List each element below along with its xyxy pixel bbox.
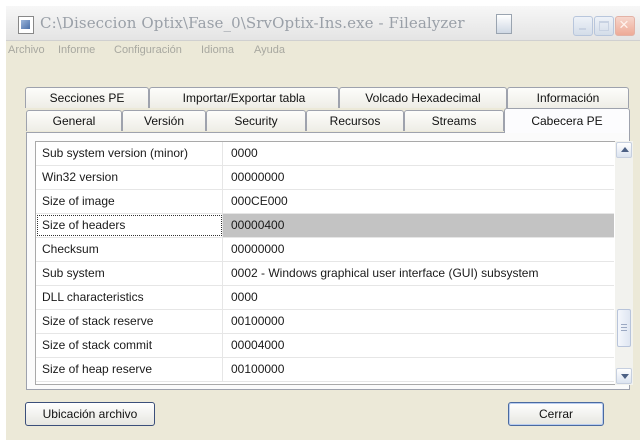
tab-cabecera-pe[interactable]: Cabecera PE [504,108,630,133]
row-value: 0000 [231,290,258,304]
tab-recursos[interactable]: Recursos [306,110,404,131]
menu-informe[interactable]: Informe [58,44,95,56]
row-value: 0000 [231,146,258,160]
title-bar[interactable]: C:\Diseccion Optix\Fase_0\SrvOptix-Ins.e… [6,6,640,41]
scroll-up-icon[interactable] [616,142,632,158]
window-title: C:\Diseccion Optix\Fase_0\SrvOptix-Ins.e… [40,14,465,32]
tab-informacion[interactable]: Información [507,87,629,108]
list-row[interactable]: Size of stack reserve 00100000 [36,310,614,334]
document-icon [496,14,512,34]
row-value: 00000000 [231,242,285,256]
menu-ayuda[interactable]: Ayuda [254,44,285,56]
row-value: 0002 - Windows graphical user interface … [231,266,539,280]
row-key: Sub system [36,262,223,285]
list-row[interactable]: Size of image 000CE000 [36,190,614,214]
tab-general[interactable]: General [26,110,122,131]
tab-secciones-pe[interactable]: Secciones PE [25,87,149,108]
row-value: 000CE000 [231,194,288,208]
list-row[interactable]: Checksum 00000000 [36,238,614,262]
maximize-icon[interactable] [594,16,614,36]
scroll-down-icon[interactable] [616,368,632,384]
list-row[interactable]: Win32 version 00000000 [36,166,614,190]
list-row[interactable]: Sub system version (minor) 0000 [36,142,614,166]
row-key: Size of headers [36,214,223,237]
row-key: Sub system version (minor) [36,142,223,165]
row-value: 00100000 [231,362,285,376]
tab-streams[interactable]: Streams [404,110,504,131]
list-row[interactable]: Sub system 0002 - Windows graphical user… [36,262,614,286]
row-key: Size of heap reserve [36,358,223,381]
close-icon[interactable] [615,15,635,36]
app-icon [18,16,34,34]
list-row[interactable]: Size of stack commit 00004000 [36,334,614,358]
row-key: DLL characteristics [36,286,223,309]
row-key: Size of image [36,190,223,213]
properties-list[interactable]: Sub system version (minor) 0000 Win32 ve… [35,141,617,385]
menu-idioma[interactable]: Idioma [201,44,234,56]
tab-volcado-hexadecimal[interactable]: Volcado Hexadecimal [339,87,507,108]
menu-bar: Archivo Informe Configuración Idioma Ayu… [6,41,640,61]
list-row-selected[interactable]: Size of headers 00000400 [36,214,614,238]
row-value: 00000400 [223,214,614,237]
location-button[interactable]: Ubicación archivo [25,402,155,426]
row-key: Size of stack reserve [36,310,223,333]
tab-security[interactable]: Security [206,110,306,131]
row-key: Size of stack commit [36,334,223,357]
menu-archivo[interactable]: Archivo [8,44,45,56]
row-key: Checksum [36,238,223,261]
minimize-icon[interactable] [573,16,593,36]
row-value: 00100000 [231,314,285,328]
list-row[interactable]: DLL characteristics 0000 [36,286,614,310]
vertical-scrollbar[interactable] [615,141,633,385]
app-window: C:\Diseccion Optix\Fase_0\SrvOptix-Ins.e… [6,6,640,440]
tab-importar-exportar-tabla[interactable]: Importar/Exportar tabla [149,87,339,108]
scroll-thumb[interactable] [617,309,631,347]
list-row[interactable]: Size of heap reserve 00100000 [36,358,614,382]
row-value: 00000000 [231,170,285,184]
row-key: Win32 version [36,166,223,189]
tab-panel: Sub system version (minor) 0000 Win32 ve… [26,132,633,390]
row-value: 00004000 [231,338,285,352]
close-button[interactable]: Cerrar [508,402,604,426]
menu-configuracion[interactable]: Configuración [114,44,182,56]
tab-version[interactable]: Versión [122,110,206,131]
